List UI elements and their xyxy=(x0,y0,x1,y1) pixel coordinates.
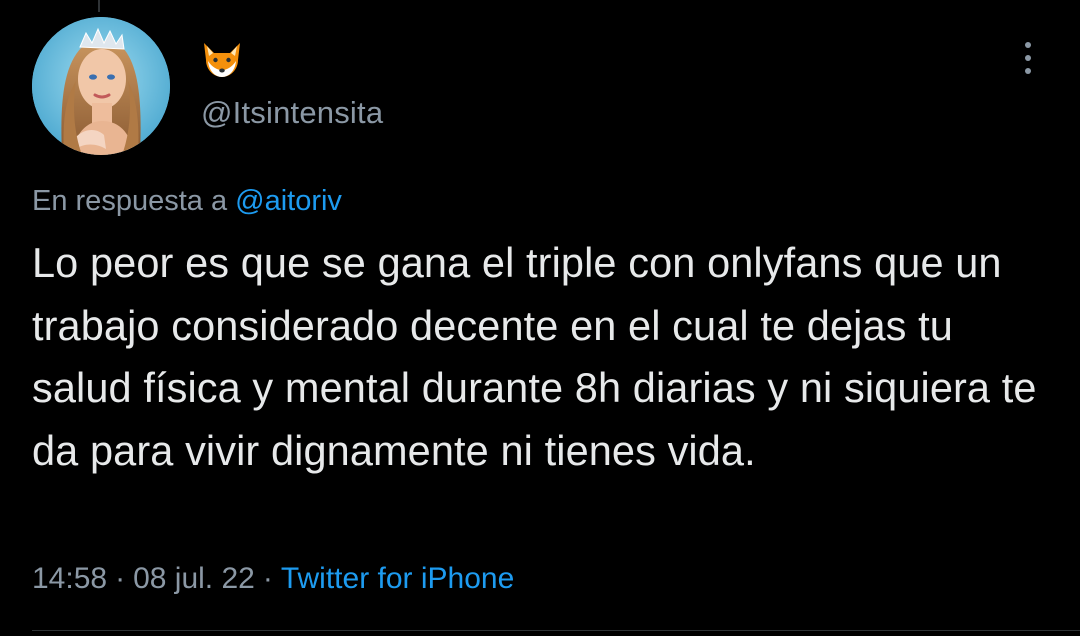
tweet-text: Lo peor es que se gana el triple con onl… xyxy=(32,239,1037,474)
author-handle[interactable]: @Itsintensita xyxy=(201,95,383,131)
avatar-image xyxy=(32,17,170,155)
display-name-emoji[interactable] xyxy=(200,40,244,80)
tweet-source-link[interactable]: Twitter for iPhone xyxy=(281,562,514,595)
more-options-button[interactable] xyxy=(1008,38,1048,78)
reply-mention-link[interactable]: @aitoriv xyxy=(235,185,342,217)
reply-context: En respuesta a @aitoriv xyxy=(32,185,342,218)
reply-prefix: En respuesta a xyxy=(32,185,228,217)
thread-connector-line xyxy=(98,0,100,12)
tweet-time[interactable]: 14:58 xyxy=(32,562,107,595)
avatar[interactable] xyxy=(32,17,170,155)
meta-separator: · xyxy=(262,562,273,595)
meta-separator: · xyxy=(115,562,126,595)
more-vertical-icon-dot-3 xyxy=(1025,68,1031,74)
more-vertical-icon-dot-2 xyxy=(1025,55,1031,61)
tweet-date[interactable]: 08 jul. 22 xyxy=(133,562,255,595)
fox-face-icon xyxy=(204,43,240,77)
more-vertical-icon-dot-1 xyxy=(1025,42,1031,48)
divider xyxy=(32,630,1080,631)
tweet-meta: 14:58 · 08 jul. 22 · Twitter for iPhone xyxy=(32,562,514,596)
